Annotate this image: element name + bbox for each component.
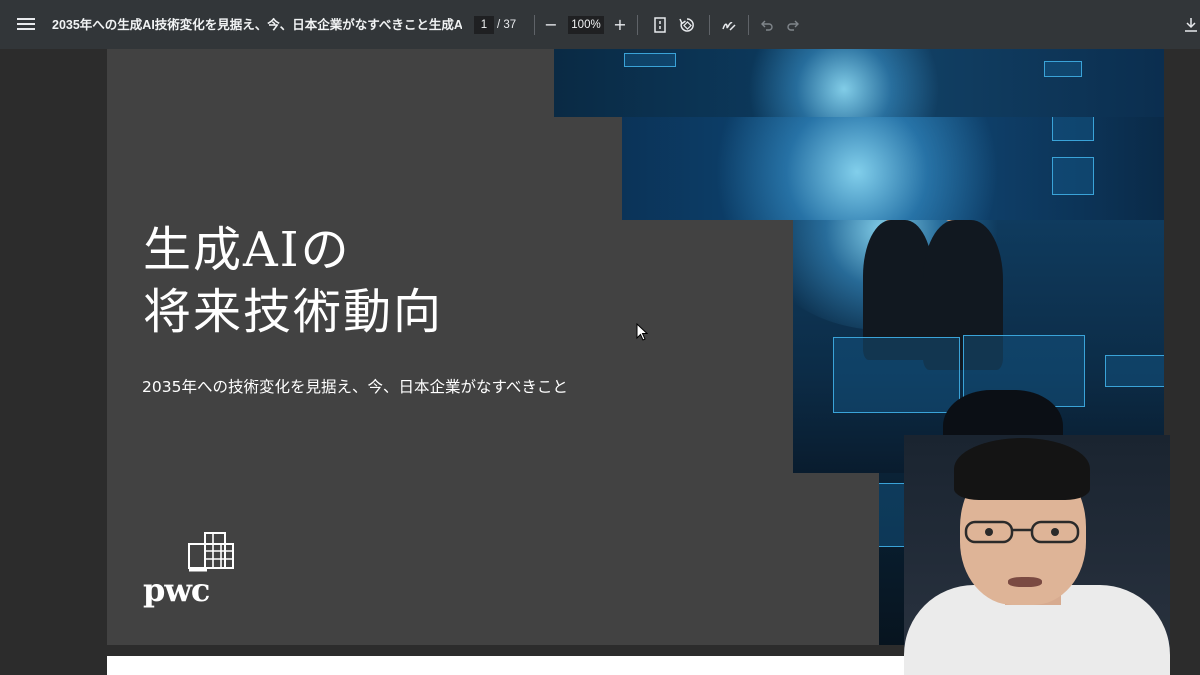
- cover-photo-segment: [554, 49, 1164, 117]
- slide-title: 生成AIの 将来技術動向: [143, 219, 603, 343]
- redo-icon[interactable]: [781, 13, 805, 37]
- toolbar-divider: [748, 15, 749, 35]
- mouse-cursor-icon: [636, 323, 648, 341]
- download-icon[interactable]: [1182, 13, 1200, 37]
- presenter-webcam: [904, 435, 1170, 675]
- glasses-icon: [964, 520, 1080, 544]
- slide-title-line2: 将来技術動向: [143, 284, 444, 340]
- pdf-toolbar: 2035年への生成AI技術変化を見据え、今、日本企業がなすべきこと生成AIの..…: [0, 0, 1200, 49]
- zoom-in-button[interactable]: +: [608, 13, 632, 37]
- presenter-hair: [954, 438, 1090, 500]
- slide-subtitle: 2035年への技術変化を見据え、今、日本企業がなすべきこと: [142, 378, 568, 396]
- zoom-level-input[interactable]: [568, 16, 604, 34]
- undo-icon[interactable]: [755, 13, 779, 37]
- zoom-out-button[interactable]: −: [539, 13, 563, 37]
- total-pages: / 37: [497, 19, 517, 31]
- page-number-input[interactable]: [474, 16, 494, 34]
- toolbar-divider: [709, 15, 710, 35]
- pwc-logo: pwc: [143, 531, 253, 611]
- rotate-icon[interactable]: [675, 13, 699, 37]
- pwc-building-icon: [188, 532, 234, 572]
- annotate-icon[interactable]: [717, 13, 741, 37]
- pwc-logo-text: pwc: [143, 571, 210, 609]
- toolbar-divider: [534, 15, 535, 35]
- cover-photo-segment: [622, 117, 1164, 220]
- fit-page-icon[interactable]: [648, 13, 672, 37]
- document-title: 2035年への生成AI技術変化を見据え、今、日本企業がなすべきこと生成AIの..…: [52, 18, 462, 32]
- menu-icon[interactable]: [17, 15, 35, 33]
- toolbar-divider: [637, 15, 638, 35]
- slide-title-line1: 生成AIの: [143, 222, 351, 278]
